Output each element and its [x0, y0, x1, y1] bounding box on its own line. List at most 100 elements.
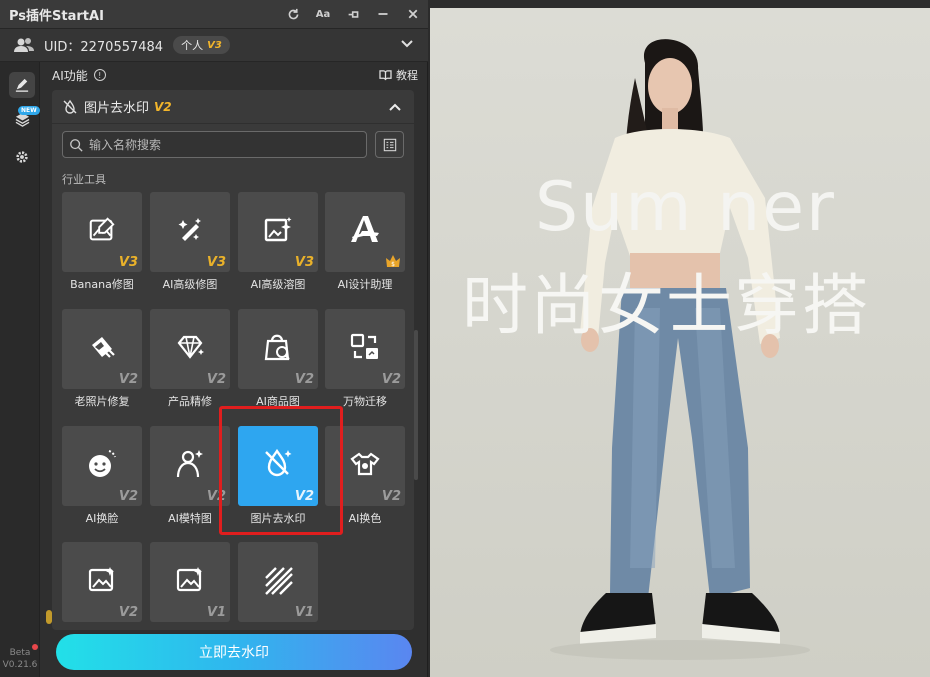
- photo-repair-icon: [86, 331, 118, 367]
- tool-tile-thumb[interactable]: V2: [325, 309, 405, 389]
- crown-badge-icon: $: [384, 253, 402, 269]
- tool-name: 万物迁移: [343, 395, 387, 408]
- feature-header[interactable]: 图片去水印 V2: [52, 90, 414, 124]
- pin-icon[interactable]: [338, 0, 368, 29]
- tool-name: Banana修图: [70, 278, 134, 291]
- tool-tile[interactable]: V2 AI换脸: [62, 426, 142, 526]
- tool-tile[interactable]: V2 AI换色: [325, 426, 405, 526]
- font-size-icon[interactable]: Aa: [308, 0, 338, 29]
- gear-icon: [16, 151, 28, 163]
- plan-badge: 个人 V3: [173, 36, 230, 54]
- tool-name: AI换色: [348, 512, 382, 525]
- image-edit-icon: [87, 215, 117, 249]
- svg-text:$: $: [391, 261, 395, 268]
- tool-tile-thumb[interactable]: V2: [150, 309, 230, 389]
- tool-tile-thumb[interactable]: V2: [62, 309, 142, 389]
- decorative-accent: [46, 610, 52, 624]
- ai-section-label: AI功能: [52, 68, 88, 83]
- tool-version-badge: V1: [294, 605, 314, 620]
- tool-version-badge: V2: [381, 372, 401, 387]
- refresh-icon[interactable]: [278, 0, 308, 29]
- title-bar: Ps插件StartAI Aa: [0, 0, 428, 29]
- tool-tile[interactable]: V2 产品精修: [150, 309, 230, 409]
- version-info: Beta V0.21.6: [0, 644, 40, 671]
- chevron-up-icon[interactable]: [388, 100, 402, 114]
- color-change-icon: [349, 448, 381, 484]
- tool-tile[interactable]: V2 AI商品图: [238, 309, 318, 409]
- feature-version: V2: [154, 99, 172, 114]
- category-label: 行业工具: [62, 173, 106, 186]
- tool-name: AI高级修图: [162, 278, 218, 291]
- image-gen-icon: [86, 564, 118, 600]
- tool-name: AI商品图: [256, 395, 300, 408]
- tool-tile-thumb[interactable]: V1: [238, 542, 318, 622]
- canvas-top-strip: [430, 0, 930, 8]
- tool-name: AI高级溶图: [250, 278, 306, 291]
- tool-tile[interactable]: V2 AI模特图: [150, 426, 230, 526]
- plugin-panel: Ps插件StartAI Aa UID：2270557484 个人 V3 NEW …: [0, 0, 428, 677]
- tool-tile-thumb[interactable]: V2: [150, 426, 230, 506]
- face-swap-icon: [85, 447, 119, 485]
- screen: Ps插件StartAI Aa UID：2270557484 个人 V3 NEW …: [0, 0, 930, 677]
- tool-version-badge: V3: [294, 255, 314, 270]
- tool-version-badge: V3: [118, 255, 138, 270]
- info-icon[interactable]: !: [93, 69, 106, 81]
- tool-tile[interactable]: V3 AI高级溶图: [238, 192, 318, 292]
- tool-tile-thumb[interactable]: V3: [62, 192, 142, 272]
- watermark-remove-icon: [260, 446, 296, 486]
- remove-watermark-button[interactable]: 立即去水印: [56, 634, 412, 670]
- tool-tile[interactable]: V3 AI高级修图: [150, 192, 230, 292]
- pen-icon: [15, 78, 29, 92]
- tool-tile[interactable]: V1: [238, 542, 318, 626]
- tool-tile[interactable]: $ AI设计助理: [325, 192, 405, 292]
- user-bar[interactable]: UID：2270557484 个人 V3: [0, 29, 428, 62]
- tool-tile-thumb[interactable]: V2: [62, 426, 142, 506]
- tool-tile[interactable]: V2: [62, 542, 142, 626]
- book-icon: [379, 69, 392, 80]
- rail-settings-button[interactable]: [9, 144, 35, 170]
- minimize-icon[interactable]: [368, 0, 398, 29]
- tool-tile-thumb[interactable]: V2: [325, 426, 405, 506]
- scrollbar[interactable]: [414, 330, 418, 480]
- tool-tile-thumb[interactable]: V3: [150, 192, 230, 272]
- tool-tile-thumb[interactable]: V2: [238, 426, 318, 506]
- search-input[interactable]: [89, 137, 349, 152]
- tool-tile-thumb[interactable]: V3: [238, 192, 318, 272]
- watermark-off-icon: [63, 99, 77, 114]
- search-icon: [70, 138, 83, 152]
- tool-tile[interactable]: V2 万物迁移: [325, 309, 405, 409]
- image-gen-2-icon: [174, 564, 206, 600]
- tool-version-badge: V1: [206, 605, 226, 620]
- transfer-icon: [349, 331, 381, 367]
- tool-tile-thumb[interactable]: $: [325, 192, 405, 272]
- tool-version-badge: V2: [118, 605, 138, 620]
- tool-tile[interactable]: V2 图片去水印: [238, 426, 318, 526]
- tool-name: 产品精修: [168, 395, 212, 408]
- tool-tile-thumb[interactable]: V1: [150, 542, 230, 622]
- update-dot: [32, 644, 38, 650]
- tool-name: 老照片修复: [74, 395, 130, 408]
- tool-tile[interactable]: V1: [150, 542, 230, 626]
- tool-tile-thumb[interactable]: V2: [238, 309, 318, 389]
- list-icon: [383, 138, 396, 151]
- list-view-button[interactable]: [375, 131, 404, 158]
- close-icon[interactable]: [398, 0, 428, 29]
- tutorial-link[interactable]: 教程: [379, 67, 418, 83]
- model-icon: [173, 447, 207, 485]
- tool-name: AI设计助理: [337, 278, 393, 291]
- tool-name: 图片去水印: [250, 512, 306, 525]
- hatch-icon: [262, 564, 294, 600]
- uid-label: UID：2270557484: [44, 39, 164, 55]
- tool-version-badge: V2: [381, 489, 401, 504]
- search-box[interactable]: [62, 131, 367, 158]
- feature-card: 图片去水印 V2 行业工具 V3 Banana修图 V3 AI高级修图 V3 AI高级溶图…: [52, 90, 414, 630]
- chevron-down-icon[interactable]: [400, 37, 414, 51]
- tool-version-badge: V2: [118, 372, 138, 387]
- tool-tile-thumb[interactable]: V2: [62, 542, 142, 622]
- tool-tile[interactable]: V2 老照片修复: [62, 309, 142, 409]
- ai-section-header: AI功能 ! 教程: [52, 64, 418, 86]
- tool-tile[interactable]: V3 Banana修图: [62, 192, 142, 292]
- users-icon: [14, 38, 34, 52]
- canvas-title-english: Sum ner: [535, 168, 837, 247]
- rail-edit-button[interactable]: [9, 72, 35, 98]
